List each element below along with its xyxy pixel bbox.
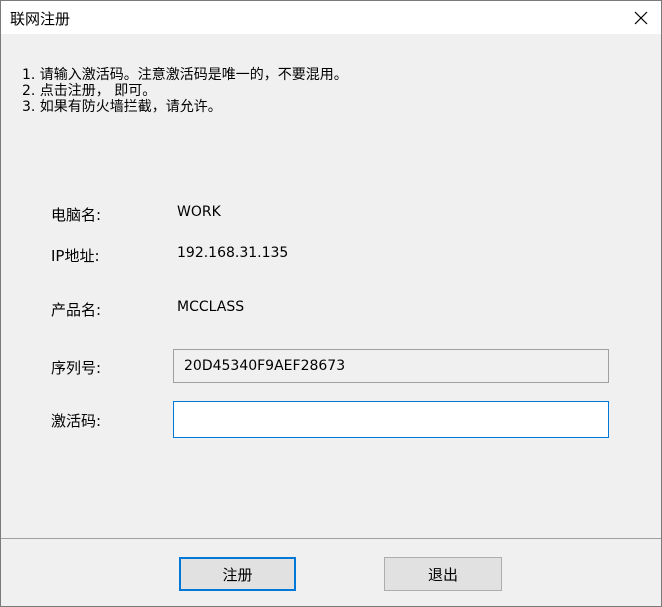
close-icon (634, 11, 648, 24)
activation-code-label: 激活码: (51, 412, 102, 430)
serial-number-label: 序列号: (51, 359, 102, 377)
computer-name-value: WORK (177, 204, 221, 220)
activation-code-input[interactable] (173, 401, 609, 438)
instruction-line-3: 3. 如果有防火墙拦截，请允许。 (22, 99, 222, 115)
product-name-label: 产品名: (51, 301, 102, 319)
serial-number-field[interactable] (173, 349, 609, 383)
exit-button[interactable]: 退出 (384, 557, 502, 591)
footer-divider (1, 538, 661, 539)
ip-address-value: 192.168.31.135 (177, 245, 289, 261)
ip-address-label: IP地址: (51, 247, 100, 265)
title-bar: 联网注册 (1, 1, 661, 34)
instructions: 1. 请输入激活码。注意激活码是唯一的，不要混用。 2. 点击注册， 即可。 3… (22, 67, 348, 115)
instruction-line-1: 1. 请输入激活码。注意激活码是唯一的，不要混用。 (22, 67, 348, 83)
product-name-value: MCCLASS (177, 299, 245, 315)
register-button[interactable]: 注册 (179, 557, 296, 591)
close-button[interactable] (621, 1, 661, 34)
computer-name-label: 电脑名: (51, 206, 102, 224)
registration-dialog: 联网注册 1. 请输入激活码。注意激活码是唯一的，不要混用。 2. 点击注册， … (0, 0, 662, 607)
window-title: 联网注册 (10, 10, 71, 28)
instruction-line-2: 2. 点击注册， 即可。 (22, 83, 157, 99)
